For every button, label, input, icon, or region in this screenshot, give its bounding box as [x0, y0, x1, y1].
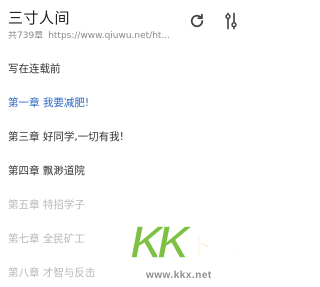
chapter-item-1[interactable]: 第一章 我要减肥! — [8, 90, 248, 116]
watermark-url: www.kkx.net — [146, 270, 212, 281]
chapter-item-3[interactable]: 第三章 好同学,一切有我! — [8, 124, 248, 150]
sort-toggle-icon — [225, 12, 237, 30]
refresh-icon — [190, 13, 204, 28]
chapter-item-4[interactable]: 第四章 飘渺道院 — [8, 158, 248, 184]
svg-text:下载: 下载 — [186, 232, 240, 263]
kkx-watermark: K K 下载 www.kkx.net — [128, 210, 246, 284]
chapter-list-header: 三寸人间 共739章 https://www.qiuwu.net/ht... — [0, 0, 250, 50]
source-url[interactable]: https://www.qiuwu.net/ht... — [48, 31, 170, 41]
chapter-item-preface[interactable]: 写在连载前 — [8, 56, 248, 82]
book-meta: 共739章 https://www.qiuwu.net/ht... — [8, 31, 198, 42]
book-title: 三寸人间 — [8, 9, 71, 27]
refresh-button[interactable] — [186, 10, 208, 32]
sort-order-button[interactable] — [220, 10, 242, 32]
chapter-count: 共739章 — [8, 31, 44, 41]
kkx-logo: K K 下载 — [129, 215, 240, 266]
